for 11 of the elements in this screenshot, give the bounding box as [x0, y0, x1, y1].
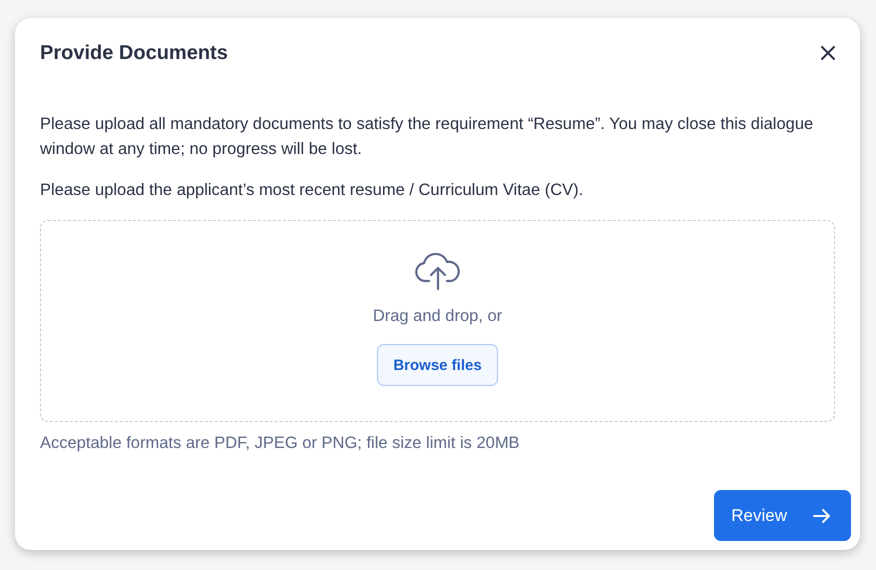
- close-icon: [821, 46, 835, 60]
- browse-files-button[interactable]: Browse files: [377, 344, 498, 386]
- arrow-right-icon: [813, 508, 831, 522]
- dialog-title: Provide Documents: [40, 42, 228, 64]
- review-button[interactable]: Review: [714, 490, 851, 541]
- instruction-text: Please upload the applicant’s most recent resume / Curriculum Vitae (CV).: [40, 180, 584, 201]
- cloud-upload-icon: [414, 253, 462, 291]
- drop-prompt: Drag and drop, or: [372, 307, 502, 326]
- drop-zone[interactable]: Drag and drop, or Browse files: [40, 220, 835, 422]
- intro-text: Please upload all mandatory documents to satisfy the requirement “Resume”. You may close this dialogue window at any time; no progress will be lost.: [40, 114, 814, 160]
- format-hint: Acceptable formats are PDF, JPEG or PNG; file size limit is 20MB: [40, 434, 521, 453]
